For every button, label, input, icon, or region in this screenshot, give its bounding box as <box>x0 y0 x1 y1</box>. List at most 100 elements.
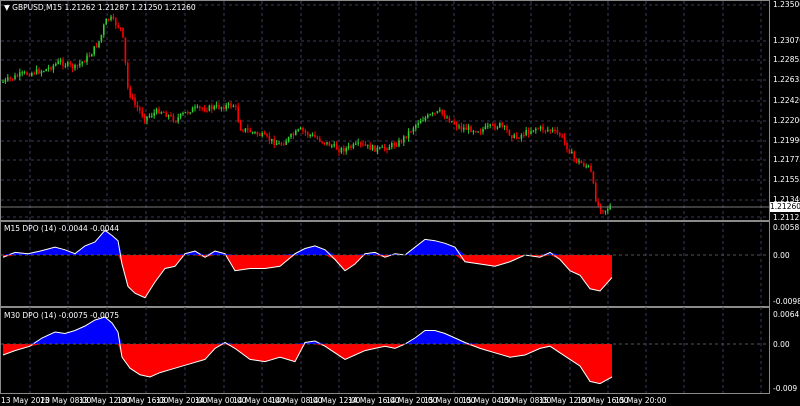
bear-candle <box>434 112 436 114</box>
bear-candle <box>453 121 455 125</box>
bear-candle <box>544 130 547 132</box>
bull-candle <box>345 147 347 152</box>
bull-candle <box>220 107 223 109</box>
bear-candle <box>599 205 602 211</box>
bull-candle <box>398 140 400 147</box>
bull-candle <box>213 106 215 110</box>
bear-candle <box>328 142 331 147</box>
m30-label-min: -0.009 <box>773 384 798 393</box>
bear-candle <box>359 142 362 144</box>
bull-candle <box>424 117 427 121</box>
bull-candle <box>196 106 199 108</box>
bear-candle <box>455 124 458 128</box>
bull-candle <box>59 60 62 62</box>
bull-candle <box>179 113 182 118</box>
bear-candle <box>50 67 52 70</box>
bear-candle <box>76 65 79 67</box>
bear-candle <box>460 126 463 130</box>
price-label: 1.23500 <box>773 0 800 9</box>
bear-candle <box>575 158 578 163</box>
bear-candle <box>28 74 31 77</box>
bear-candle <box>448 117 451 122</box>
bear-candle <box>511 135 513 139</box>
bear-candle <box>566 142 568 150</box>
bull-candle <box>254 132 256 134</box>
bull-candle <box>412 128 415 132</box>
bull-candle <box>309 134 311 136</box>
bear-candle <box>441 109 443 114</box>
bear-candle <box>124 37 127 63</box>
bull-candle <box>100 34 103 42</box>
bear-candle <box>280 143 283 145</box>
bear-candle <box>33 72 35 74</box>
bull-candle <box>422 120 424 122</box>
bear-candle <box>206 110 208 112</box>
collapse-arrow-icon: ▼ <box>4 3 10 12</box>
bull-candle <box>331 145 333 147</box>
bull-candle <box>415 124 417 129</box>
bear-candle <box>542 126 544 131</box>
price-label: 1.21555 <box>773 175 800 184</box>
bull-candle <box>427 114 429 118</box>
bull-candle <box>297 129 299 131</box>
price-label: 1.21125 <box>773 213 800 222</box>
bear-candle <box>119 27 122 29</box>
bear-candle <box>26 72 28 75</box>
bear-candle <box>595 183 597 202</box>
bear-candle <box>554 130 556 132</box>
chart-canvas[interactable] <box>0 0 800 406</box>
bull-candle <box>578 160 580 163</box>
bull-candle <box>496 127 499 129</box>
bear-candle <box>273 138 275 146</box>
bull-candle <box>184 112 187 114</box>
bear-candle <box>369 144 371 150</box>
bull-candle <box>513 134 515 139</box>
bull-candle <box>551 130 554 132</box>
bull-candle <box>67 62 69 66</box>
bull-candle <box>326 142 328 144</box>
bear-candle <box>465 127 467 130</box>
bear-candle <box>302 127 304 131</box>
price-label: 1.22855 <box>773 55 800 64</box>
price-label: 1.23070 <box>773 36 800 45</box>
bear-candle <box>506 126 508 131</box>
bear-candle <box>131 97 134 99</box>
bear-candle <box>350 145 352 148</box>
bear-candle <box>239 121 242 131</box>
bear-candle <box>563 136 566 143</box>
m30-dpo-positive-area <box>3 317 612 344</box>
bull-candle <box>357 142 359 144</box>
bear-candle <box>115 18 117 26</box>
bull-candle <box>182 113 184 115</box>
bear-candle <box>112 16 115 19</box>
bear-candle <box>580 160 583 164</box>
bull-candle <box>261 133 263 136</box>
bear-candle <box>143 116 146 121</box>
price-label: 1.22420 <box>773 96 800 105</box>
bull-candle <box>14 75 16 79</box>
bull-candle <box>451 121 453 123</box>
bear-candle <box>383 146 386 149</box>
bull-candle <box>31 72 33 77</box>
bear-candle <box>69 62 71 65</box>
m15-label-max: 0.0058 <box>773 223 800 232</box>
bull-candle <box>215 105 218 107</box>
bear-candle <box>223 107 225 110</box>
bear-candle <box>494 124 496 129</box>
bull-candle <box>530 131 532 134</box>
bear-candle <box>475 131 477 133</box>
bull-candle <box>446 117 448 119</box>
bear-candle <box>235 105 237 107</box>
bear-candle <box>242 130 244 132</box>
bull-candle <box>604 210 607 212</box>
bull-candle <box>352 144 355 148</box>
bull-candle <box>285 141 287 145</box>
bear-candle <box>249 129 251 133</box>
bear-candle <box>165 112 167 117</box>
bear-candle <box>256 132 259 135</box>
chart-window[interactable]: ▼ GBPUSD,M15 1.21262 1.21287 1.21250 1.2… <box>0 0 800 406</box>
bear-candle <box>136 104 139 108</box>
bull-candle <box>35 69 38 74</box>
bear-candle <box>374 145 376 152</box>
bull-candle <box>367 144 369 146</box>
